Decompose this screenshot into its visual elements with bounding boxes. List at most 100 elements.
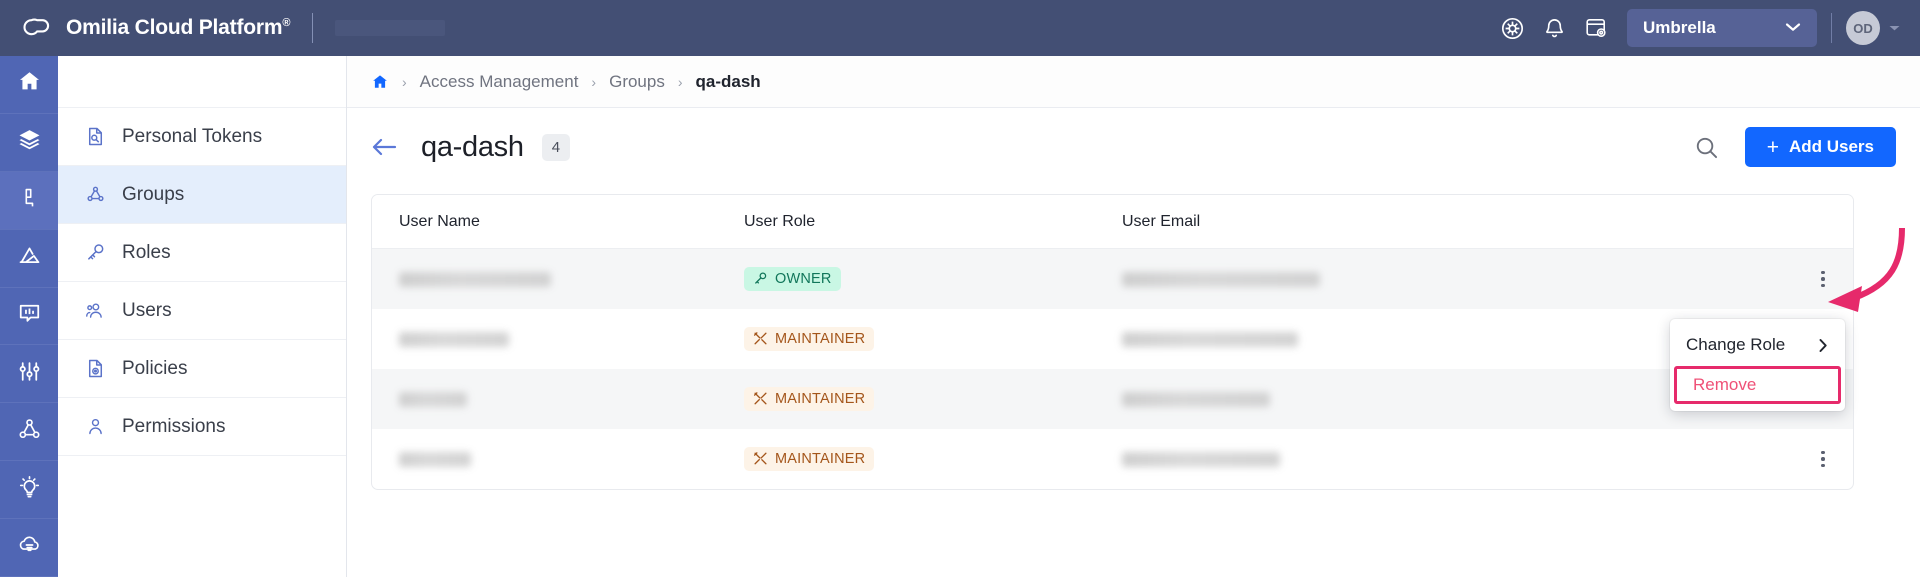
menu-item-label: Remove [1693,375,1756,395]
status-badge: OWNER [744,267,841,291]
primary-icon-rail [0,56,58,577]
org-selector-button[interactable]: Umbrella [1627,9,1817,47]
sidebar-item-layers[interactable] [0,114,58,172]
breadcrumb-item-groups[interactable]: Groups [609,72,665,92]
breadcrumb-item-access-management[interactable]: Access Management [420,72,579,92]
sidebar-item-label: Permissions [122,416,225,438]
column-header-user-email: User Email [1122,213,1793,231]
main-content: › Access Management › Groups › qa-dash q… [347,56,1920,577]
app-config-icon[interactable] [1575,8,1617,48]
header-placeholder-block [335,20,445,36]
page-header: qa-dash 4 + Add Users [347,108,1920,186]
users-icon [84,300,106,321]
sidebar-item-insights[interactable] [0,461,58,519]
role-label: MAINTAINER [775,331,865,347]
page-header-actions: + Add Users [1690,127,1896,167]
cell-user-email [1122,452,1793,467]
sidebar-item-roles[interactable]: Roles [58,224,346,282]
sidebar-item-home[interactable] [0,56,58,114]
add-users-label: Add Users [1789,137,1874,157]
cell-user-name [372,332,744,347]
sidebar-item-cloud[interactable] [0,519,58,577]
page-title: qa-dash [421,131,524,164]
menu-item-remove[interactable]: Remove [1674,366,1841,404]
cell-user-name [372,272,744,287]
table-row[interactable]: OWNER [372,249,1853,309]
redacted-user-name [399,452,471,467]
top-header-bar: Omilia Cloud Platform® [0,0,1920,56]
column-header-user-role: User Role [744,213,1122,231]
sidebar-item-permissions[interactable]: Permissions [58,398,346,456]
sidebar-item-label: Groups [122,184,184,206]
search-icon[interactable] [1690,131,1723,164]
brand-area[interactable]: Omilia Cloud Platform® [0,11,445,45]
cell-user-role: MAINTAINER [744,327,1122,352]
cell-user-role: MAINTAINER [744,447,1122,472]
person-icon [84,416,106,437]
cell-user-role: OWNER [744,267,1122,292]
sidebar-item-flows[interactable] [0,403,58,461]
analytics-icon [17,243,42,273]
header-divider-2 [1831,13,1832,43]
sidebar-item-policies[interactable]: Policies [58,340,346,398]
key-icon [753,271,768,286]
menu-item-change-role[interactable]: Change Role [1670,325,1845,365]
redacted-user-name [399,392,467,407]
kebab-menu-icon[interactable] [1821,451,1825,468]
breadcrumb-separator: › [591,74,596,90]
cell-user-name [372,452,744,467]
cell-user-role: MAINTAINER [744,387,1122,412]
add-users-button[interactable]: + Add Users [1745,127,1896,167]
sidebar-item-conversations[interactable] [0,288,58,346]
user-account-menu[interactable]: OD [1846,11,1900,45]
caret-down-icon [1889,19,1900,37]
plus-icon: + [1767,137,1779,158]
cell-user-name [372,392,744,407]
secondary-nav-panel: Personal Tokens Groups Roles [58,56,347,577]
sidebar-item-label: Policies [122,358,187,380]
sidebar-item-users[interactable]: Users [58,282,346,340]
sidebar-item-groups[interactable]: Groups [58,166,346,224]
avatar: OD [1846,11,1880,45]
kebab-menu-icon[interactable] [1821,271,1825,288]
org-selector-label: Umbrella [1643,18,1716,38]
home-breadcrumb-icon[interactable] [371,73,389,91]
row-menu-button[interactable] [1793,451,1853,468]
settings-gear-circle-icon[interactable] [1491,8,1533,48]
tools-icon [753,331,768,346]
redacted-user-email [1122,452,1280,467]
lightbulb-icon [17,475,42,505]
subnav-spacer [58,56,346,108]
status-badge: MAINTAINER [744,327,874,351]
sliders-icon [17,359,42,389]
role-label: OWNER [775,271,832,287]
row-context-menu: Change Role Remove [1670,319,1845,411]
row-menu-button[interactable] [1793,271,1853,288]
sidebar-item-tuning[interactable] [0,345,58,403]
cloud-logo-icon [20,11,54,45]
member-count-badge: 4 [542,134,570,161]
menu-item-label: Change Role [1686,335,1785,355]
sidebar-item-analytics[interactable] [0,230,58,288]
status-badge: MAINTAINER [744,387,874,411]
home-icon [17,69,42,99]
header-actions: Umbrella OD [1491,8,1920,48]
table-row[interactable]: MAINTAINER [372,309,1853,369]
notification-bell-icon[interactable] [1533,8,1575,48]
table-row[interactable]: MAINTAINER [372,369,1853,429]
brand-title: Omilia Cloud Platform® [66,16,290,40]
sidebar-item-voice[interactable] [0,172,58,230]
application-window: Omilia Cloud Platform® [0,0,1920,577]
chat-insights-icon [17,301,42,331]
back-arrow-icon[interactable] [371,137,397,157]
breadcrumb-item-current: qa-dash [696,72,761,92]
breadcrumb-separator: › [402,74,407,90]
role-label: MAINTAINER [775,391,865,407]
sidebar-item-personal-tokens[interactable]: Personal Tokens [58,108,346,166]
policy-document-icon [84,358,106,379]
tools-icon [753,391,768,406]
tools-icon [753,451,768,466]
table-row[interactable]: MAINTAINER [372,429,1853,489]
sidebar-item-label: Personal Tokens [122,126,262,148]
redacted-user-name [399,332,509,347]
